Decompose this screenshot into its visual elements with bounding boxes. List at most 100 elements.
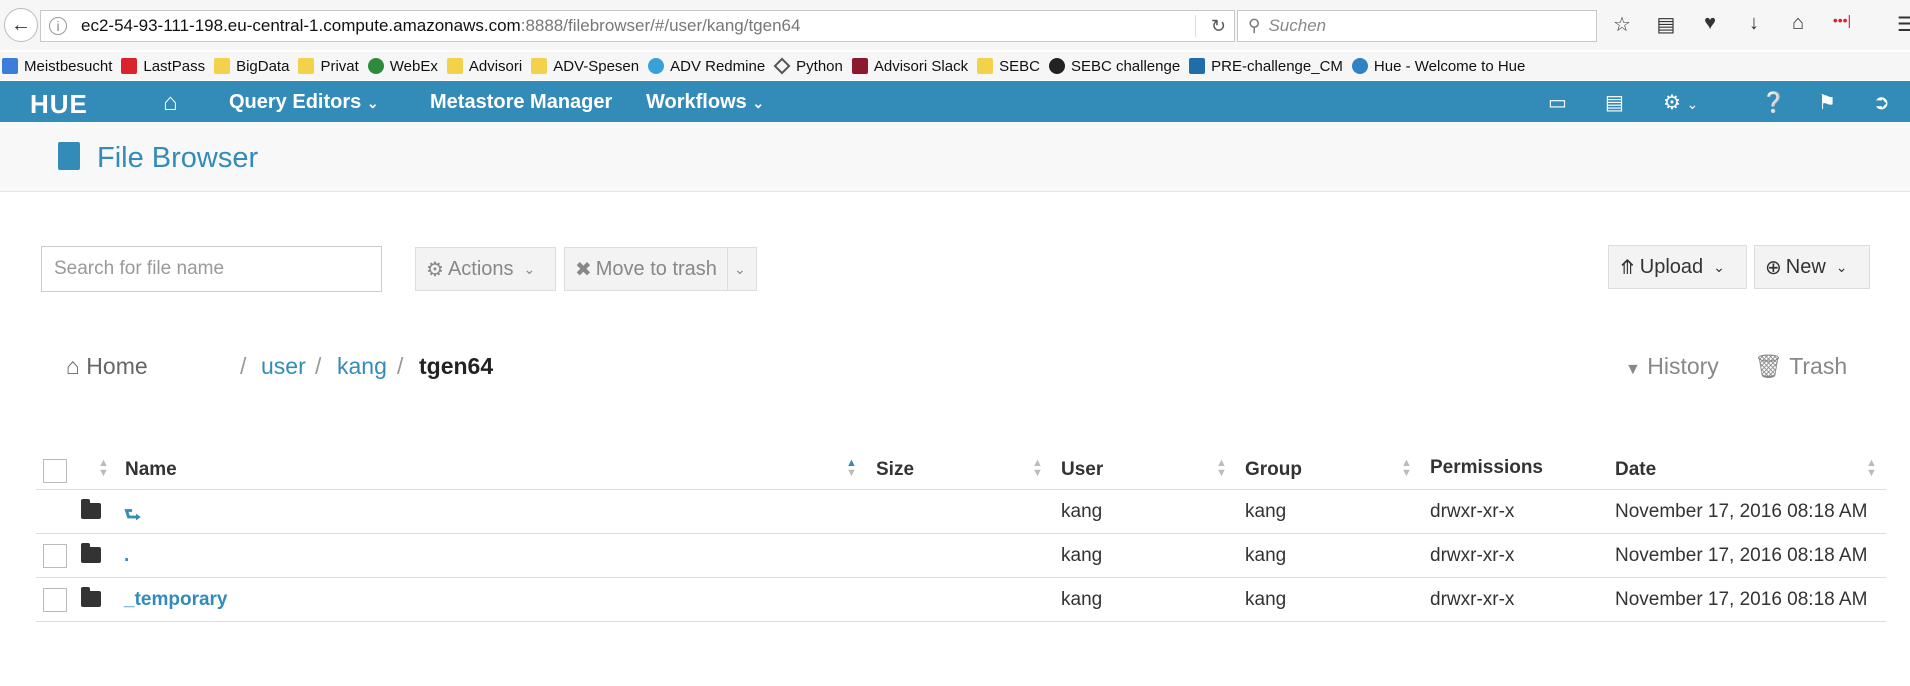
download-icon[interactable]: ↓: [1742, 12, 1766, 37]
header-permissions[interactable]: Permissions: [1430, 457, 1543, 479]
upload-button[interactable]: ⤊ Upload ⌄: [1608, 245, 1747, 289]
file-name-link[interactable]: ⮑: [124, 501, 141, 533]
gear-icon: ⚙: [426, 258, 444, 281]
flag-icon[interactable]: ⚑: [1818, 90, 1836, 115]
pocket-icon[interactable]: ♥: [1698, 12, 1722, 37]
url-host: ec2-54-93-111-198.eu-central-1.compute.a…: [81, 16, 521, 35]
table-row[interactable]: ⮑ kang kang drwxr-xr-x November 17, 2016 08:…: [36, 490, 1886, 534]
cell-date: November 17, 2016 08:18 AM: [1615, 545, 1868, 566]
history-button[interactable]: ▼ History: [1625, 353, 1719, 380]
file-name-link[interactable]: _temporary: [124, 589, 228, 611]
bookmark-item[interactable]: BigData: [214, 58, 289, 75]
bookmark-item[interactable]: WebEx: [367, 58, 438, 75]
help-icon[interactable]: ❔: [1761, 90, 1786, 115]
sort-icon[interactable]: ▲ ▼: [1216, 458, 1227, 479]
url-divider: [1195, 15, 1196, 37]
bookmark-label: Advisori Slack: [873, 57, 969, 75]
header-size[interactable]: Size: [876, 459, 914, 481]
actions-button[interactable]: ⚙ Actions ⌄: [415, 247, 556, 291]
bookmark-item[interactable]: Privat: [298, 57, 359, 75]
search-icon: ⚲: [1248, 16, 1261, 35]
page-title: File Browser: [97, 142, 259, 174]
row-checkbox[interactable]: [43, 588, 67, 612]
bookmark-gear-icon: [648, 58, 665, 74]
bookmark-label: SEBC challenge: [1070, 57, 1181, 75]
bookmark-item[interactable]: ADV Redmine: [648, 58, 765, 75]
table-row[interactable]: . kang kang drwxr-xr-x November 17, 2016 08:…: [36, 534, 1886, 578]
header-date[interactable]: Date: [1615, 459, 1656, 481]
bookmark-ms-icon: [2, 58, 18, 74]
hue-navbar: HUE ⌂ Query Editors ⌄ Metastore Manager …: [0, 81, 1910, 122]
bookmark-item[interactable]: ADV-Spesen: [531, 58, 639, 75]
menu-icon[interactable]: ☰: [1894, 12, 1910, 37]
breadcrumb-separator: /: [240, 353, 247, 379]
reading-list-icon[interactable]: ▤: [1654, 12, 1678, 37]
sort-icon[interactable]: ▲ ▼: [98, 458, 109, 479]
home-icon: ⌂: [66, 353, 80, 379]
bookmark-globe-icon: [367, 58, 384, 74]
bookmark-item[interactable]: Meistbesucht: [2, 58, 112, 75]
new-label: New: [1785, 255, 1826, 278]
header-group[interactable]: Group: [1245, 459, 1302, 481]
bookmark-item[interactable]: Advisori Slack: [851, 57, 969, 75]
logout-icon[interactable]: ➲: [1873, 90, 1890, 115]
back-button[interactable]: ←: [4, 8, 38, 42]
nav-workflows-label: Workflows: [646, 91, 747, 113]
browser-search-input[interactable]: ⚲ Suchen: [1237, 10, 1597, 42]
bookmark-item[interactable]: SEBC: [977, 58, 1040, 75]
cell-permissions: drwxr-xr-x: [1430, 501, 1515, 522]
bookmark-item[interactable]: SEBC challenge: [1048, 57, 1181, 75]
sort-icon[interactable]: ▲ ▼: [1866, 458, 1877, 479]
bookmark-item[interactable]: LastPass: [121, 58, 205, 75]
nav-workflows[interactable]: Workflows ⌄: [646, 91, 764, 114]
bookmark-item[interactable]: Advisori: [446, 57, 523, 75]
hue-logo[interactable]: HUE: [30, 89, 88, 120]
breadcrumb-home[interactable]: ⌂ Home: [66, 353, 148, 380]
home-icon[interactable]: ⌂: [1786, 12, 1810, 37]
reload-icon[interactable]: ↻: [1211, 16, 1226, 37]
folder-icon: [81, 587, 101, 607]
bookmark-item[interactable]: Python: [773, 57, 843, 75]
move-to-trash-button[interactable]: ✖ Move to trash: [564, 247, 728, 291]
breadcrumb-user[interactable]: user: [261, 353, 306, 380]
file-icon[interactable]: ▭: [1548, 90, 1567, 115]
table-row[interactable]: _temporary kang kang drwxr-xr-x November 17,…: [36, 578, 1886, 622]
header-name[interactable]: Name: [125, 459, 177, 481]
bookmark-folder-icon: [531, 58, 548, 74]
bookmark-item[interactable]: Hue - Welcome to Hue: [1351, 58, 1525, 75]
bookmark-label: Advisori: [468, 57, 523, 75]
sort-icon[interactable]: ▲ ▼: [1401, 458, 1412, 479]
select-all-checkbox[interactable]: [43, 459, 67, 483]
new-button[interactable]: ⊕ New ⌄: [1754, 245, 1870, 289]
home-icon[interactable]: ⌂: [163, 89, 178, 117]
header-user[interactable]: User: [1061, 459, 1103, 481]
trash-button[interactable]: 🗑 Trash: [1754, 353, 1847, 380]
sort-icon[interactable]: ▲ ▼: [1032, 458, 1043, 479]
sort-active-icon[interactable]: ▲ ▼: [846, 458, 857, 479]
bookmark-label: PRE-challenge_CM: [1211, 57, 1343, 75]
bookmark-label: BigData: [236, 57, 290, 75]
url-bar[interactable]: i ec2-54-93-111-198.eu-central-1.compute…: [40, 10, 1235, 42]
bookmark-item[interactable]: PRE-challenge_CM: [1189, 58, 1343, 75]
cogs-icon[interactable]: ⚙ ⌄: [1663, 90, 1698, 115]
row-checkbox[interactable]: [43, 544, 67, 568]
breadcrumb-separator: /: [315, 353, 322, 379]
file-search-input[interactable]: [41, 246, 382, 292]
bookmark-label: ADV Redmine: [670, 57, 766, 75]
plus-circle-icon: ⊕: [1765, 256, 1782, 279]
bookmark-star-icon[interactable]: ☆: [1610, 12, 1634, 37]
chevron-down-icon: ⌄: [1686, 96, 1699, 112]
caret-down-icon: ▼: [1625, 361, 1641, 378]
breadcrumb-kang[interactable]: kang: [337, 353, 387, 380]
lastpass-icon[interactable]: •••|: [1830, 12, 1854, 37]
nav-query-editors[interactable]: Query Editors ⌄: [229, 91, 379, 114]
upload-icon: ⤊: [1619, 256, 1636, 279]
bookmark-diamond-icon: [773, 57, 791, 75]
info-icon[interactable]: i: [49, 17, 67, 35]
file-name-link[interactable]: .: [124, 545, 129, 567]
bookmark-label: Privat: [320, 57, 359, 75]
jobs-icon[interactable]: ▤: [1605, 90, 1624, 115]
trash-options-dropdown[interactable]: ⌄: [727, 247, 757, 291]
back-arrow-icon: ←: [11, 13, 31, 36]
nav-metastore-manager[interactable]: Metastore Manager: [430, 91, 612, 114]
